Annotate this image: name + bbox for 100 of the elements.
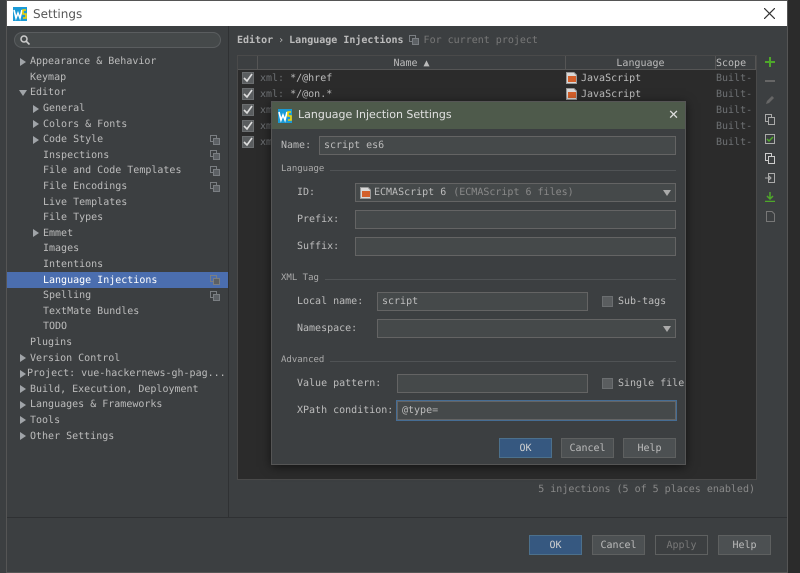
copy-icon[interactable] xyxy=(765,153,775,164)
checkbox[interactable] xyxy=(242,120,254,132)
close-button[interactable]: ✕ xyxy=(668,106,679,126)
sidebar-item[interactable]: File and Code Templates xyxy=(7,163,228,179)
sidebar-item[interactable]: Live Templates xyxy=(7,194,228,210)
sidebar-item[interactable]: Colors & Fonts xyxy=(7,116,228,132)
checkbox[interactable] xyxy=(242,88,254,100)
dialog-button[interactable]: Cancel xyxy=(561,438,614,458)
sidebar-item[interactable]: Version Control xyxy=(7,350,228,366)
collapsed-arrow-icon[interactable] xyxy=(19,58,27,66)
dialog-button[interactable]: OK xyxy=(499,438,552,458)
sidebar-item[interactable]: Code Style xyxy=(7,132,228,148)
add-icon[interactable] xyxy=(765,57,775,67)
column-header[interactable]: Language xyxy=(566,56,716,69)
js-file-icon xyxy=(566,88,577,100)
table-cell-text: */@href xyxy=(290,72,332,86)
checkbox-label: Sub-tags xyxy=(618,295,666,309)
sidebar-item[interactable]: Languages & Frameworks xyxy=(7,397,228,413)
field-label: Value pattern: xyxy=(297,377,382,391)
checkbox[interactable] xyxy=(602,296,613,307)
table-cell-text: xml: xyxy=(260,72,284,86)
table-cell-text: JavaScript xyxy=(581,72,642,86)
field-label: Name: xyxy=(281,138,311,152)
js-file-icon xyxy=(360,186,371,198)
breadcrumb-separator: › xyxy=(278,34,284,48)
js-file-icon xyxy=(566,72,577,84)
dropdown-caret-icon[interactable] xyxy=(663,190,671,196)
table-cell-text: Built- xyxy=(716,88,754,102)
sidebar-item[interactable]: Emmet xyxy=(7,226,228,242)
dialog-button[interactable]: Help xyxy=(623,438,676,458)
dialog-button[interactable]: OK xyxy=(529,535,582,555)
section-title: Language xyxy=(281,163,324,176)
dialog-title: Language Injection Settings xyxy=(298,107,453,124)
sidebar-item[interactable]: Editor xyxy=(7,85,228,101)
table-cell-text: xml: xyxy=(260,88,284,102)
sidebar-item[interactable]: Plugins xyxy=(7,334,228,350)
dropdown-field[interactable] xyxy=(377,319,676,338)
dropdown-field[interactable]: ECMAScript 6 (ECMAScript 6 files) xyxy=(355,183,676,202)
search-icon xyxy=(20,35,30,45)
breadcrumb-item: Editor xyxy=(237,34,274,48)
breadcrumb-item: Language Injections xyxy=(289,34,404,48)
app-logo-icon xyxy=(13,6,27,20)
window-title: Settings xyxy=(33,6,84,22)
collapsed-arrow-icon[interactable] xyxy=(32,229,40,238)
sidebar-item[interactable]: File Encodings xyxy=(7,178,228,194)
field-label: Namespace: xyxy=(297,322,358,336)
input-field[interactable] xyxy=(355,210,676,229)
section-title: Advanced xyxy=(281,354,324,368)
checklist-icon[interactable] xyxy=(765,134,775,144)
file-icon[interactable] xyxy=(766,211,774,222)
dropdown-hint: (ECMAScript 6 files) xyxy=(453,186,574,200)
table-cell-text: Built- xyxy=(716,104,754,118)
sidebar-item[interactable]: Appearance & Behavior xyxy=(7,54,228,70)
table-cell-text: Built- xyxy=(716,120,754,134)
sidebar-item[interactable]: TextMate Bundles xyxy=(7,304,228,320)
sidebar-item[interactable]: Keymap xyxy=(7,70,228,86)
sidebar-item[interactable]: Inspections xyxy=(7,148,228,164)
input-field[interactable] xyxy=(355,237,676,256)
close-icon[interactable] xyxy=(764,8,775,19)
sidebar-item[interactable]: Spelling xyxy=(7,288,228,304)
dialog-button[interactable]: Cancel xyxy=(592,535,645,555)
field-label: XPath condition: xyxy=(297,404,389,418)
sidebar-item[interactable]: Images xyxy=(7,241,228,257)
sidebar-item[interactable]: Language Injections xyxy=(7,272,228,288)
checkbox-label: Single file xyxy=(618,377,684,391)
copy-icon xyxy=(408,35,419,45)
input-field[interactable]: script es6 xyxy=(319,136,676,154)
copy-icon[interactable] xyxy=(765,114,775,125)
dialog-button[interactable]: Help xyxy=(718,535,771,555)
field-label: Prefix: xyxy=(297,213,340,227)
dropdown-caret-icon[interactable] xyxy=(663,326,671,332)
sidebar-item[interactable]: Build, Execution, Deployment xyxy=(7,381,228,398)
checkbox[interactable] xyxy=(602,378,613,389)
input-field[interactable] xyxy=(397,374,588,393)
input-field[interactable]: @type= xyxy=(397,401,676,420)
table-cell-text: Built- xyxy=(716,136,754,150)
sidebar-item[interactable]: TODO xyxy=(7,319,228,335)
sidebar-item[interactable]: Intentions xyxy=(7,256,228,272)
sidebar-item[interactable]: Other Settings xyxy=(7,428,228,444)
table-cell-text: JavaScript xyxy=(581,88,642,102)
field-label: Suffix: xyxy=(297,240,340,254)
sidebar-item[interactable]: Project: vue-hackernews-gh-pag... xyxy=(7,366,228,382)
sidebar-item[interactable]: Tools xyxy=(7,412,228,428)
sidebar-item[interactable]: File Types xyxy=(7,210,228,226)
table-cell-text: Built- xyxy=(716,72,754,86)
sidebar-item[interactable]: General xyxy=(7,100,228,116)
import-icon[interactable] xyxy=(765,173,775,183)
checkbox[interactable] xyxy=(242,72,254,84)
field-label: ID: xyxy=(297,186,316,200)
download-icon[interactable] xyxy=(765,192,775,202)
field-label: Local name: xyxy=(297,295,364,309)
expanded-arrow-icon[interactable] xyxy=(19,88,27,97)
checkbox[interactable] xyxy=(242,104,254,116)
input-field[interactable]: script xyxy=(377,292,588,311)
search-field[interactable] xyxy=(14,32,221,48)
column-header[interactable]: Name ▲ xyxy=(258,56,566,69)
checkbox[interactable] xyxy=(242,136,254,148)
section-title: XML Tag xyxy=(281,272,319,286)
column-header[interactable]: Scope xyxy=(716,56,756,69)
table-cell-text: */@on.* xyxy=(290,88,332,102)
